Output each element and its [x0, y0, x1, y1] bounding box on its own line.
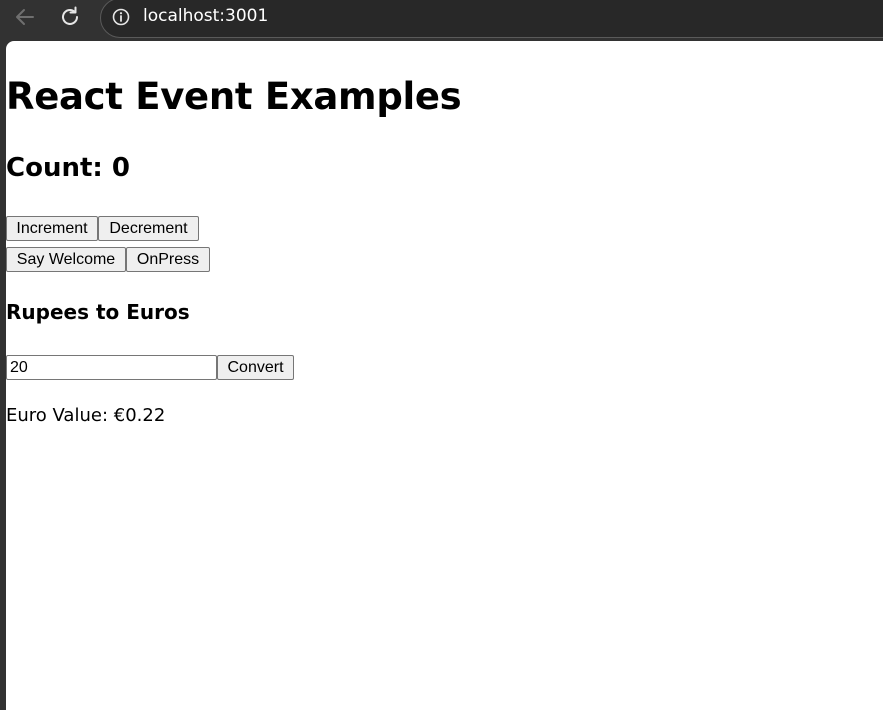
- say-welcome-button[interactable]: Say Welcome: [6, 247, 126, 272]
- back-button[interactable]: [10, 3, 40, 31]
- back-arrow-icon: [16, 9, 34, 25]
- reload-icon: [62, 6, 78, 25]
- browser-toolbar: localhost:3001: [0, 0, 883, 40]
- euro-value-text: Euro Value: €0.22: [6, 405, 166, 426]
- rupees-input[interactable]: [6, 355, 217, 380]
- convert-button[interactable]: Convert: [217, 355, 294, 380]
- onpress-button[interactable]: OnPress: [126, 247, 210, 272]
- info-icon[interactable]: [111, 7, 131, 27]
- increment-button[interactable]: Increment: [6, 216, 98, 241]
- decrement-button[interactable]: Decrement: [98, 216, 199, 241]
- page-viewport: React Event Examples Count: 0 Increment …: [6, 41, 883, 710]
- address-bar[interactable]: localhost:3001: [100, 0, 883, 38]
- url-text[interactable]: localhost:3001: [143, 6, 268, 26]
- converter-heading: Rupees to Euros: [6, 300, 190, 324]
- page-title: React Event Examples: [6, 75, 462, 118]
- count-heading: Count: 0: [6, 153, 130, 183]
- reload-button[interactable]: [55, 3, 85, 31]
